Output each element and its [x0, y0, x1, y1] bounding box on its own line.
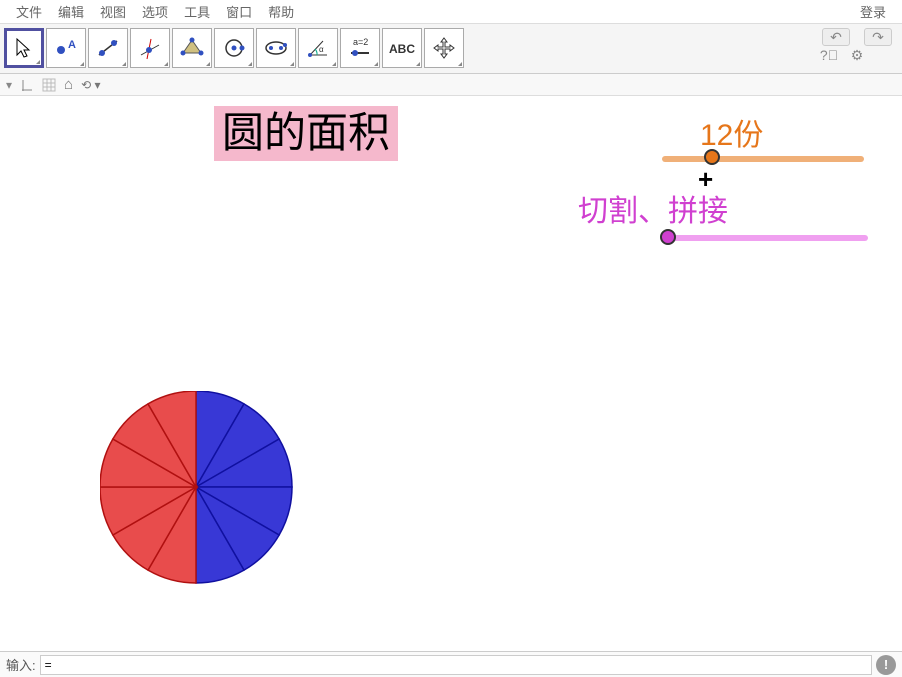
- menu-tools[interactable]: 工具: [176, 0, 218, 23]
- menu-window[interactable]: 窗口: [218, 0, 260, 23]
- svg-text:a=2: a=2: [353, 37, 368, 47]
- login-link[interactable]: 登录: [852, 0, 894, 23]
- point-icon: A: [51, 36, 81, 60]
- slider1-label: 12份: [700, 110, 763, 154]
- svg-text:A: A: [68, 39, 76, 51]
- slider-icon: a=2: [347, 35, 373, 61]
- view-subbar: ▾ ⌂ ⟲ ▾: [0, 74, 902, 96]
- tool-conic[interactable]: [256, 28, 296, 68]
- line-icon: [95, 35, 121, 61]
- input-field[interactable]: [40, 655, 872, 675]
- menu-edit[interactable]: 编辑: [50, 0, 92, 23]
- tool-move-view[interactable]: [424, 28, 464, 68]
- svg-text:α: α: [319, 45, 324, 54]
- tool-circle[interactable]: [214, 28, 254, 68]
- slider2-thumb[interactable]: [660, 229, 676, 245]
- move-icon: [432, 36, 456, 60]
- tool-line[interactable]: [88, 28, 128, 68]
- slider1-track[interactable]: [662, 156, 864, 162]
- menu-options[interactable]: 选项: [134, 0, 176, 23]
- tool-polygon[interactable]: [172, 28, 212, 68]
- home-icon[interactable]: ⌂: [64, 76, 73, 93]
- gear-icon[interactable]: ⚙: [850, 48, 864, 62]
- axes-toggle[interactable]: [20, 78, 34, 92]
- svg-text:ABC: ABC: [389, 42, 415, 56]
- redo-icon: ↷: [872, 29, 884, 46]
- tool-text[interactable]: ABC: [382, 28, 422, 68]
- polygon-icon: [179, 35, 205, 61]
- tool-point[interactable]: A: [46, 28, 86, 68]
- tool-perpendicular[interactable]: [130, 28, 170, 68]
- slider2-track[interactable]: [666, 235, 868, 241]
- help-icon[interactable]: ?⃝: [822, 48, 836, 62]
- input-help-button[interactable]: !: [876, 655, 896, 675]
- angle-icon: α: [305, 35, 331, 61]
- tool-slider[interactable]: a=2: [340, 28, 380, 68]
- page-title[interactable]: 圆的面积: [214, 106, 398, 161]
- text-icon: ABC: [387, 38, 417, 58]
- menubar: 文件 编辑 视图 选项 工具 窗口 帮助 登录: [0, 0, 902, 24]
- menu-view[interactable]: 视图: [92, 0, 134, 23]
- input-bar: 输入: !: [0, 651, 902, 677]
- snap-dropdown[interactable]: ⟲ ▾: [81, 78, 100, 92]
- arrow-dropdown[interactable]: ▾: [6, 78, 12, 92]
- graphics-view[interactable]: 圆的面积 12份 + 切割、拼接: [0, 96, 902, 651]
- undo-icon: ↶: [830, 29, 842, 46]
- ellipse-icon: [263, 35, 289, 61]
- cursor-icon: [13, 37, 35, 59]
- circle-icon: [221, 35, 247, 61]
- perpendicular-icon: [137, 35, 163, 61]
- slider1-thumb[interactable]: [704, 149, 720, 165]
- tool-pointer[interactable]: [4, 28, 44, 68]
- slider2-label: 切割、拼接: [578, 186, 728, 230]
- pie-chart[interactable]: [100, 391, 296, 587]
- input-label: 输入:: [6, 655, 36, 674]
- toolbar: A α: [0, 24, 902, 74]
- menu-file[interactable]: 文件: [8, 0, 50, 23]
- menu-help[interactable]: 帮助: [260, 0, 302, 23]
- undo-button[interactable]: ↶: [822, 28, 850, 46]
- redo-button[interactable]: ↷: [864, 28, 892, 46]
- tool-angle[interactable]: α: [298, 28, 338, 68]
- grid-toggle[interactable]: [42, 78, 56, 92]
